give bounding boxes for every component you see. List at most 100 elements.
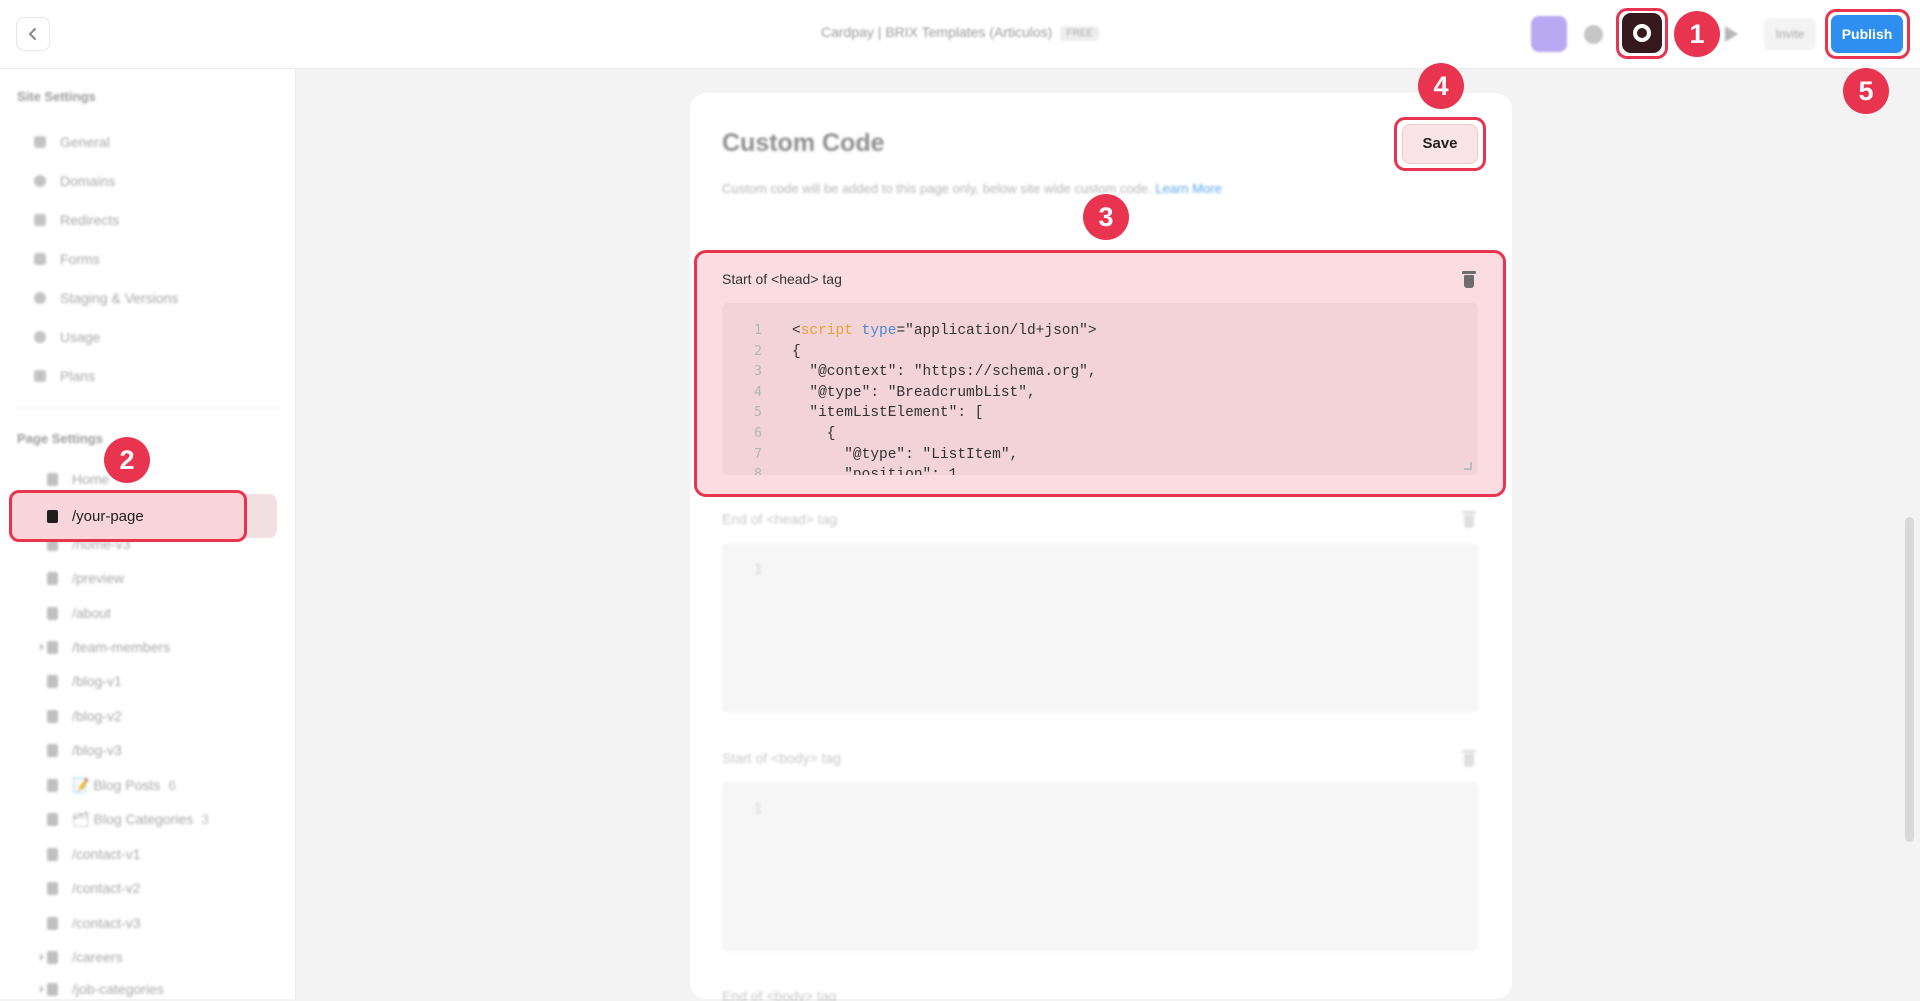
item-count: 6 [168, 777, 177, 793]
code-line: "itemListElement": [ [792, 405, 984, 422]
resize-handle[interactable] [1464, 462, 1472, 470]
sidebar-item-forms[interactable]: Forms [34, 247, 100, 271]
page-item[interactable]: /careers [40, 945, 123, 969]
preview-play-icon[interactable] [1725, 26, 1738, 42]
caret-right-icon[interactable] [40, 953, 44, 961]
line-number: 8 [754, 467, 762, 475]
body-start-editor[interactable]: 1 [722, 782, 1478, 952]
body-start-label: Start of <body> tag [722, 750, 842, 766]
file-icon [47, 916, 58, 930]
file-icon [47, 950, 58, 964]
code-token: < [792, 323, 801, 339]
analytics-button[interactable] [1531, 16, 1567, 52]
code-line: "@type": "BreadcrumbList", [792, 384, 1036, 401]
step-marker-2: 2 [104, 437, 150, 483]
file-icon [47, 881, 58, 895]
file-icon [47, 743, 58, 757]
sidebar-item-usage[interactable]: Usage [34, 325, 100, 349]
trash-icon[interactable] [1462, 271, 1476, 288]
page-item-label: /blog-v2 [72, 708, 122, 724]
sidebar-item-label: General [60, 134, 110, 150]
page-item-label: /job-categories [72, 981, 164, 997]
code-line: "@type": "ListItem", [792, 446, 1019, 463]
sidebar-divider [17, 408, 279, 409]
page-item-label: /careers [72, 949, 123, 965]
page-item[interactable]: /blog-v1 [47, 669, 122, 693]
page-item[interactable]: 🗂 Blog Categories 3 [47, 807, 209, 831]
page-item[interactable]: /contact-v2 [47, 876, 140, 900]
head-start-label: Start of <head> tag [722, 271, 842, 287]
code-line: "position": 1, [792, 465, 1097, 475]
home-icon [47, 472, 58, 486]
active-page-label: /your-page [72, 507, 144, 525]
page-item-label: /contact-v1 [72, 846, 141, 862]
line-number: 2 [754, 343, 762, 359]
sidebar-item-domains[interactable]: Domains [34, 169, 115, 193]
code-token-tag: script [800, 323, 853, 339]
code-token: ="application/ld+json"> [896, 323, 1097, 339]
settings-highlight [1616, 8, 1668, 59]
code-token-attr: type [861, 323, 897, 339]
page-item[interactable]: /blog-v2 [47, 704, 122, 728]
caret-right-icon[interactable] [40, 643, 44, 651]
sidebar-item-label: Forms [60, 251, 100, 267]
file-icon [47, 709, 58, 723]
code-content[interactable]: <script type="application/ld+json">{ "@c… [792, 321, 1097, 475]
page-item-label: /preview [72, 570, 125, 586]
sidebar-item-general[interactable]: General [34, 130, 110, 154]
publish-highlight [1825, 9, 1910, 59]
learn-more-link[interactable]: Learn More [1155, 181, 1221, 196]
page-settings-title: Page Settings [17, 431, 103, 446]
line-number: 3 [754, 364, 762, 380]
page-item[interactable]: /blog-v3 [47, 738, 122, 762]
sidebar-item-redirects[interactable]: Redirects [34, 208, 119, 232]
code-line: <script type="application/ld+json"> [792, 321, 1097, 342]
plan-badge: FREE [1060, 25, 1100, 41]
sidebar-item-label: Home [72, 471, 110, 487]
invite-button[interactable]: Invite [1764, 18, 1816, 50]
trash-icon[interactable] [1462, 750, 1476, 767]
sidebar-item-label: Plans [60, 368, 96, 384]
globe-icon[interactable] [1584, 25, 1603, 44]
sidebar-item-plans[interactable]: Plans [34, 364, 95, 388]
page-subtitle: Custom code will be added to this page o… [722, 181, 1222, 196]
page-item[interactable]: /job-categories [40, 977, 164, 1001]
page-item[interactable]: 📝 Blog Posts 6 [47, 773, 176, 797]
sidebar-item-label: Staging & Versions [60, 290, 179, 306]
page-title: Custom Code [722, 129, 885, 157]
page-item-label: /about [72, 605, 111, 621]
step-marker-1: 1 [1674, 11, 1720, 57]
head-start-editor[interactable]: 1 2 3 4 5 6 7 8 <script type="applicatio… [722, 303, 1478, 475]
step-marker-4: 4 [1418, 63, 1464, 109]
cog-icon [34, 136, 46, 148]
file-icon [47, 571, 58, 585]
line-number: 7 [754, 446, 762, 462]
sidebar-item-your-page[interactable]: /your-page [47, 504, 144, 528]
page-item[interactable]: /team-members [40, 635, 170, 659]
page-item[interactable]: /about [47, 601, 111, 625]
line-numbers: 1 [722, 561, 762, 582]
caret-right-icon[interactable] [40, 985, 44, 993]
page-item[interactable]: /contact-v3 [47, 911, 140, 935]
page-scrollbar[interactable] [1905, 517, 1914, 842]
step-marker-5: 5 [1843, 68, 1889, 114]
file-icon [47, 509, 58, 523]
trash-icon[interactable] [1462, 511, 1476, 528]
sidebar-item-label: Redirects [60, 212, 120, 228]
page-item[interactable]: /contact-v1 [47, 842, 140, 866]
collection-icon [47, 778, 58, 792]
plans-icon [34, 370, 46, 382]
line-number: 6 [754, 425, 762, 441]
code-line: { [792, 343, 801, 360]
head-end-editor[interactable]: 1 [722, 543, 1478, 713]
step-marker-3: 3 [1083, 194, 1129, 240]
sidebar-item-staging[interactable]: Staging & Versions [34, 286, 178, 310]
file-icon [47, 606, 58, 620]
collection-icon [47, 812, 58, 826]
page-item[interactable]: /preview [47, 566, 124, 590]
subtitle-text: Custom code will be added to this page o… [722, 181, 1152, 196]
form-icon [34, 253, 46, 265]
code-line: "@context": "https://schema.org", [792, 364, 1097, 381]
sidebar-item-home[interactable]: Home [47, 467, 109, 491]
page-item-label: 📝 Blog Posts [72, 776, 161, 793]
